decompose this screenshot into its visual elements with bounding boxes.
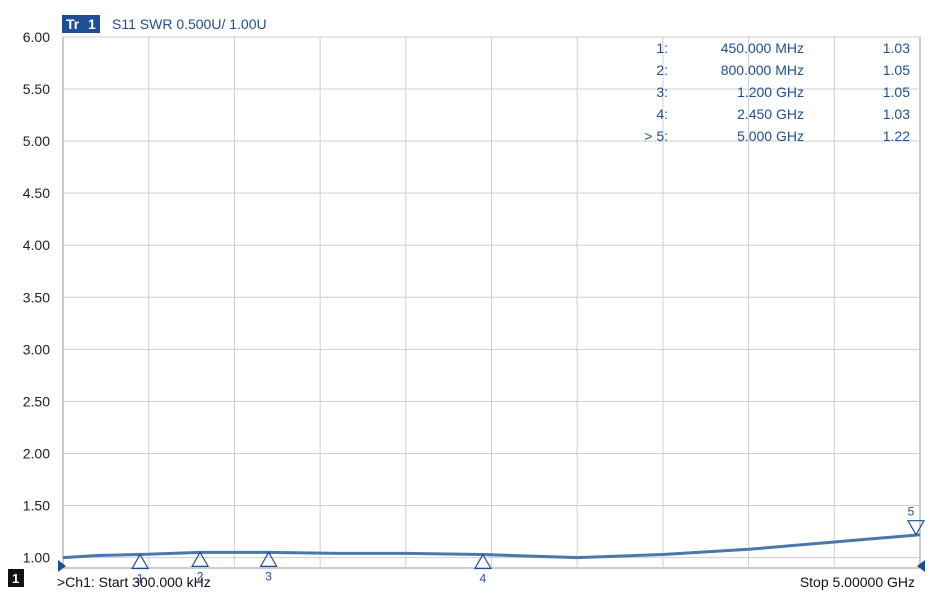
marker-row-value: 1.03 <box>883 106 910 122</box>
y-tick-label: 3.00 <box>23 341 50 357</box>
marker-row-frequency: 5.000 GHz <box>737 128 804 144</box>
marker-row-frequency: 1.200 GHz <box>737 84 804 100</box>
y-tick-labels: 6.00 5.50 5.00 4.50 4.00 3.50 3.00 2.50 2.00 1.50… <box>23 29 50 566</box>
marker-label: 3 <box>265 569 272 583</box>
marker-row-frequency: 2.450 GHz <box>737 106 804 122</box>
y-tick-label: 5.00 <box>23 133 50 149</box>
trace-badge-num: 1 <box>88 16 96 32</box>
y-tick-label: 2.50 <box>23 393 50 409</box>
y-tick-label: 1.50 <box>23 498 50 514</box>
marker-row-value: 1.03 <box>883 40 910 56</box>
y-tick-label: 3.50 <box>23 289 50 305</box>
marker-row-value: 1.05 <box>883 84 910 100</box>
trace-badge-tr: Tr <box>66 16 80 32</box>
marker-row-frequency: 450.000 MHz <box>721 40 804 56</box>
marker-row-frequency: 800.000 MHz <box>721 62 804 78</box>
stop-frequency: Stop 5.00000 GHz <box>800 574 915 590</box>
start-frequency: >Ch1: Start 300.000 kHz <box>57 574 211 590</box>
marker-label: 4 <box>480 571 487 585</box>
swr-chart: 6.00 5.50 5.00 4.50 4.00 3.50 3.00 2.50 2.00 1.50… <box>8 15 926 590</box>
trace-title: S11 SWR 0.500U/ 1.00U <box>112 16 267 32</box>
marker-row-id: 1: <box>656 40 668 56</box>
y-tick-label: 5.50 <box>23 81 50 97</box>
marker-row-id: 2: <box>656 62 668 78</box>
y-tick-label: 2.00 <box>23 445 50 461</box>
y-tick-label: 4.00 <box>23 237 50 253</box>
marker-row-id: 3: <box>656 84 668 100</box>
marker-row-id: > 5: <box>644 128 668 144</box>
y-tick-label: 6.00 <box>23 29 50 45</box>
marker-label: 5 <box>908 505 915 519</box>
y-tick-label: 1.00 <box>23 550 50 566</box>
y-tick-label: 4.50 <box>23 185 50 201</box>
marker-row-value: 1.05 <box>883 62 910 78</box>
marker-row-value: 1.22 <box>883 128 910 144</box>
marker-row-id: 4: <box>656 106 668 122</box>
channel-badge-num: 1 <box>12 571 19 586</box>
